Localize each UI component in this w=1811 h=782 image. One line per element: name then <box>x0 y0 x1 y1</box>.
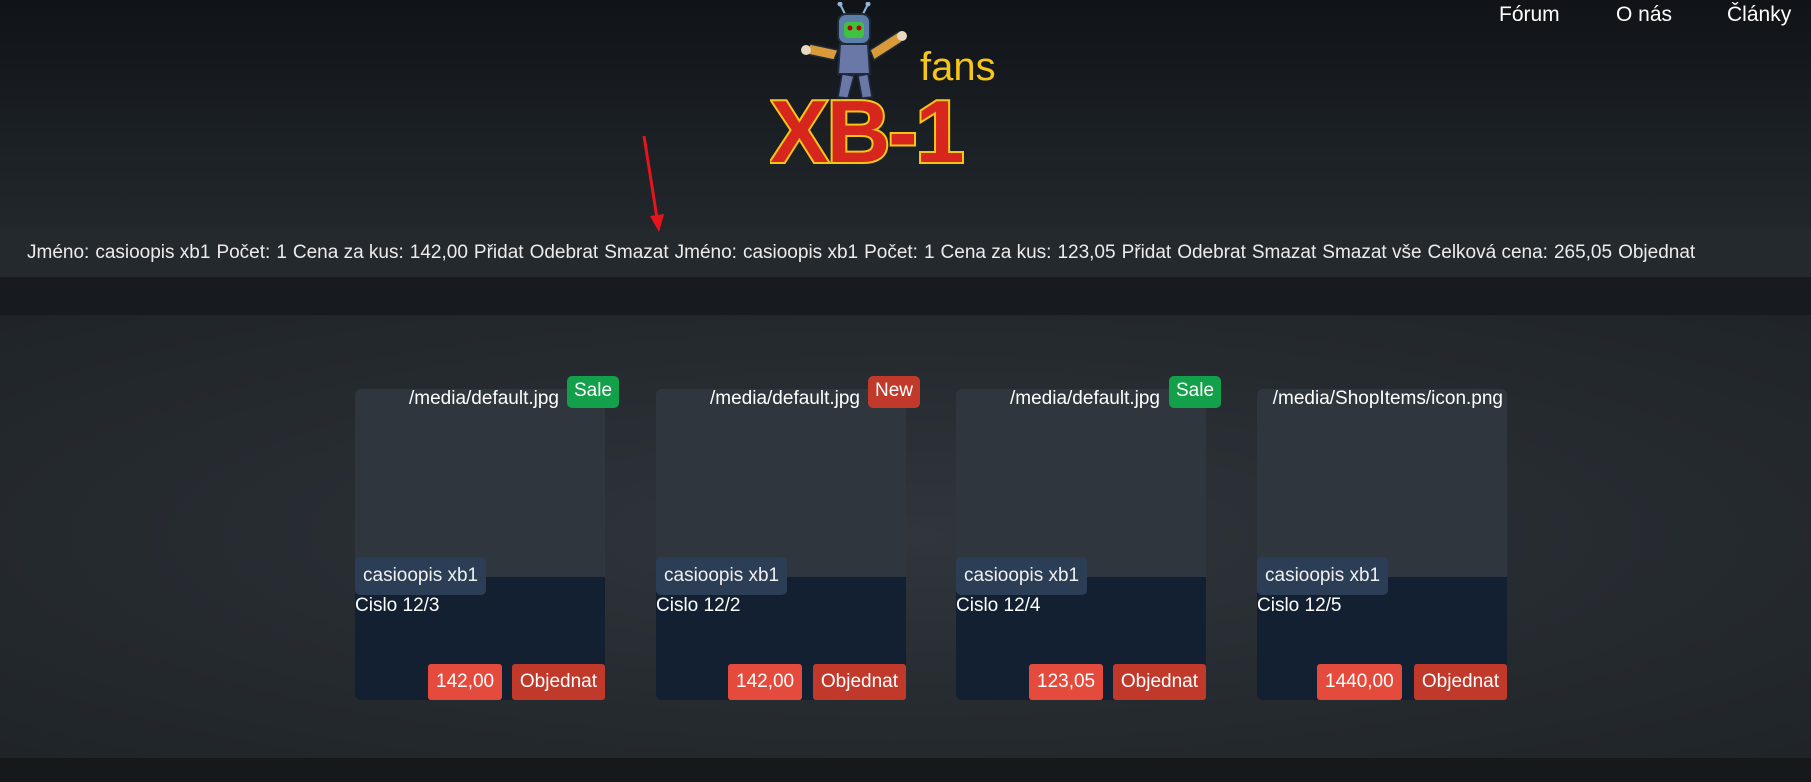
product-card[interactable]: /media/ShopItems/icon.png casioopis xb1 … <box>1257 389 1507 700</box>
cart-item-1-add-button[interactable]: Přidat <box>474 242 524 263</box>
product-image-alt-text: /media/default.jpg <box>1010 388 1160 409</box>
product-image-placeholder[interactable] <box>956 389 1206 577</box>
nav-link-forum[interactable]: Fórum <box>1499 3 1560 27</box>
product-card[interactable]: /media/default.jpg New casioopis xb1 Cis… <box>656 376 921 700</box>
product-name-tag: casioopis xb1 <box>656 557 788 595</box>
page-footer <box>0 758 1811 782</box>
cart-delete-all-button[interactable]: Smazat vše <box>1322 242 1421 263</box>
cart-item-2-unit-price-label: Cena za kus: <box>940 242 1052 263</box>
product-price-tag: 1440,00 <box>1317 664 1402 700</box>
sale-badge: Sale <box>567 376 620 408</box>
product-image-alt-text: /media/default.jpg <box>710 388 860 409</box>
sale-badge: Sale <box>1169 376 1222 408</box>
product-image-placeholder[interactable] <box>1257 389 1507 577</box>
cart-total-label: Celková cena: <box>1427 242 1548 263</box>
product-issue-label: Cislo 12/4 <box>956 595 1041 616</box>
product-issue-label: Cislo 12/2 <box>656 595 741 616</box>
product-image-alt-text: /media/ShopItems/icon.png <box>1272 388 1503 409</box>
product-name-tag: casioopis xb1 <box>1257 557 1389 595</box>
product-card[interactable]: /media/default.jpg Sale casioopis xb1 Ci… <box>956 376 1222 700</box>
cart-item-2-unit-price: 123,05 <box>1057 242 1116 263</box>
cart-summary-bar: Jméno: casioopis xb1 Počet: 1 Cena za kus: 14… <box>0 229 1811 277</box>
product-order-button[interactable]: Objednat <box>1112 664 1206 700</box>
xb1-fans-logo[interactable]: fans XB-1 <box>770 2 1020 167</box>
cart-item-2-name-label: Jméno: <box>674 242 737 263</box>
product-card[interactable]: /media/default.jpg Sale casioopis xb1 Ci… <box>355 376 620 700</box>
product-issue-label: Cislo 12/5 <box>1257 595 1342 616</box>
cart-item-1-count: 1 <box>276 242 287 263</box>
site-header: Fórum O nás Články fans XB-1 <box>0 0 1811 230</box>
product-order-button[interactable]: Objednat <box>1413 664 1507 700</box>
product-name-tag: casioopis xb1 <box>956 557 1088 595</box>
cart-item-2-remove-button[interactable]: Odebrat <box>1177 242 1246 263</box>
product-price-tag: 142,00 <box>728 664 803 700</box>
cart-item-1-unit-price-label: Cena za kus: <box>292 242 404 263</box>
cart-item-2-name: casioopis xb1 <box>742 242 859 263</box>
product-image-alt-text: /media/default.jpg <box>409 388 559 409</box>
cart-item-1-unit-price: 142,00 <box>409 242 468 263</box>
cart-item-1-count-label: Počet: <box>216 242 271 263</box>
new-badge: New <box>868 376 921 408</box>
cart-item-1-remove-button[interactable]: Odebrat <box>530 242 599 263</box>
cart-item-2-count: 1 <box>923 242 935 263</box>
product-image-placeholder[interactable] <box>355 389 605 577</box>
nav-link-about[interactable]: O nás <box>1616 3 1672 27</box>
cart-total-value: 265,05 <box>1553 242 1613 263</box>
section-divider <box>0 277 1811 315</box>
cart-item-2-delete-button[interactable]: Smazat <box>1252 242 1316 263</box>
cart-item-1-delete-button[interactable]: Smazat <box>604 242 668 263</box>
product-name-tag: casioopis xb1 <box>355 557 487 595</box>
nav-link-articles[interactable]: Články <box>1727 3 1791 27</box>
product-price-tag: 123,05 <box>1029 664 1104 700</box>
cart-order-button[interactable]: Objednat <box>1618 242 1695 263</box>
cart-item-1-name-label: Jméno: <box>27 242 90 263</box>
cart-item-1-name: casioopis xb1 <box>95 242 211 263</box>
logo-text-xb1: XB-1 <box>770 82 963 167</box>
product-issue-label: Cislo 12/3 <box>355 595 440 616</box>
product-order-button[interactable]: Objednat <box>511 664 605 700</box>
product-order-button[interactable]: Objednat <box>812 664 906 700</box>
annotation-arrow-icon <box>642 135 664 232</box>
product-image-placeholder[interactable] <box>656 389 906 577</box>
cart-item-2-count-label: Počet: <box>864 242 918 263</box>
cart-item-2-add-button[interactable]: Přidat <box>1122 242 1172 263</box>
product-price-tag: 142,00 <box>428 664 503 700</box>
